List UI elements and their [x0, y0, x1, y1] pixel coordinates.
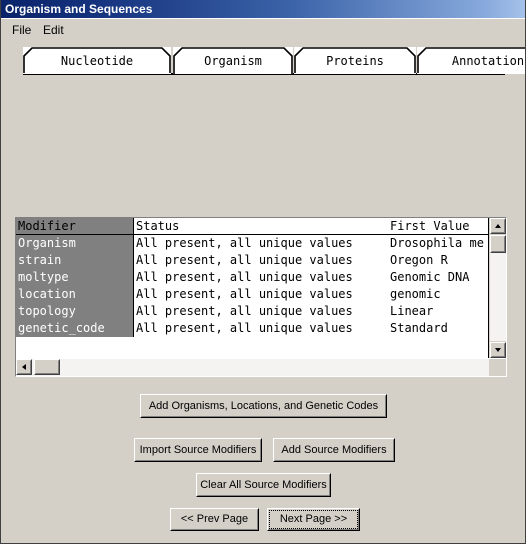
- source-modifier-grid: Modifier Status First Value Organism All…: [16, 218, 489, 358]
- column-header-modifier[interactable]: Modifier: [16, 218, 133, 235]
- application-window: Organism and Sequences File Edit Nucleot…: [0, 0, 526, 544]
- scroll-down-button[interactable]: [490, 342, 506, 358]
- cell-first-value: Drosophila me: [390, 236, 484, 250]
- button-inner: Clear All Source Modifiers: [197, 474, 330, 496]
- column-header-first-value[interactable]: First Value: [388, 218, 488, 235]
- button-inner: << Prev Page: [171, 509, 258, 530]
- cell-first-value: Oregon R: [390, 253, 448, 267]
- tab-strip: Nucleotide Organism Proteins Annotation: [23, 47, 525, 75]
- scroll-up-button[interactable]: [490, 218, 506, 234]
- cell-status: All present, all unique values: [133, 303, 388, 320]
- scroll-left-button[interactable]: [16, 359, 32, 375]
- cell-first-value: Standard: [390, 321, 448, 335]
- window-title: Organism and Sequences: [5, 2, 153, 16]
- tab-shape-icon: [173, 47, 293, 74]
- horizontal-scrollbar[interactable]: [16, 359, 489, 376]
- cell-first-value: Genomic DNA: [390, 270, 470, 284]
- button-label: Import Source Modifiers: [139, 443, 257, 456]
- button-inner: Add Source Modifiers: [274, 439, 394, 461]
- button-label: Add Organisms, Locations, and Genetic Co…: [148, 399, 379, 412]
- horizontal-scrollbar-thumb[interactable]: [34, 359, 60, 375]
- menu-item-file[interactable]: File: [8, 22, 35, 38]
- button-inner: Import Source Modifiers: [135, 439, 261, 461]
- cell-modifier: Organism: [18, 236, 76, 250]
- tab-shape-icon: [417, 47, 525, 73]
- cell-status: All present, all unique values: [133, 320, 388, 337]
- tab-annotation[interactable]: Annotation: [417, 47, 525, 74]
- vertical-scrollbar[interactable]: [489, 218, 506, 358]
- cell-status: All present, all unique values: [133, 269, 388, 286]
- column-header-status[interactable]: Status: [133, 218, 388, 235]
- tab-shape-icon: [294, 47, 416, 73]
- source-modifier-table-panel: Modifier Status First Value Organism All…: [15, 217, 507, 377]
- next-page-button[interactable]: Next Page >>: [267, 508, 360, 531]
- title-bar: Organism and Sequences: [1, 0, 525, 19]
- clear-all-source-modifiers-button[interactable]: Clear All Source Modifiers: [196, 473, 331, 497]
- button-inner: Add Organisms, Locations, and Genetic Co…: [141, 395, 386, 417]
- cell-modifier: location: [18, 287, 76, 301]
- table-row[interactable]: Organism All present, all unique values …: [16, 235, 488, 252]
- tab-nucleotide[interactable]: Nucleotide: [23, 47, 171, 74]
- table-row[interactable]: location All present, all unique values …: [16, 286, 488, 303]
- button-label: Next Page >>: [279, 513, 348, 525]
- button-label: Add Source Modifiers: [281, 443, 387, 456]
- scroll-down-arrow-icon: [495, 348, 501, 352]
- button-inner: Next Page >>: [268, 509, 359, 530]
- cell-modifier: moltype: [18, 270, 69, 284]
- scroll-left-arrow-icon: [22, 364, 26, 370]
- table-row[interactable]: strain All present, all unique values Or…: [16, 252, 488, 269]
- grid-rows-container: Modifier Status First Value Organism All…: [16, 218, 488, 337]
- tab-organism[interactable]: Organism: [173, 47, 293, 74]
- scrollbar-corner: [489, 359, 506, 376]
- cell-modifier: strain: [18, 253, 62, 267]
- menu-bar: File Edit: [1, 20, 525, 38]
- button-label: << Prev Page: [180, 513, 249, 525]
- add-source-modifiers-button[interactable]: Add Source Modifiers: [273, 438, 395, 462]
- scroll-up-arrow-icon: [495, 224, 501, 228]
- table-row[interactable]: moltype All present, all unique values G…: [16, 269, 488, 286]
- prev-page-button[interactable]: << Prev Page: [170, 508, 259, 531]
- add-organisms-locations-genetic-codes-button[interactable]: Add Organisms, Locations, and Genetic Co…: [140, 394, 387, 418]
- menu-item-edit[interactable]: Edit: [39, 22, 68, 38]
- button-label: Clear All Source Modifiers: [200, 478, 327, 491]
- cell-status: All present, all unique values: [133, 286, 388, 303]
- tab-shape-icon: [23, 47, 171, 73]
- vertical-scrollbar-thumb[interactable]: [490, 235, 506, 253]
- cell-first-value: Linear: [390, 304, 434, 318]
- table-header-row: Modifier Status First Value: [16, 218, 488, 235]
- import-source-modifiers-button[interactable]: Import Source Modifiers: [134, 438, 262, 462]
- table-row[interactable]: genetic_code All present, all unique val…: [16, 320, 488, 337]
- cell-first-value: genomic: [390, 287, 441, 301]
- cell-status: All present, all unique values: [133, 252, 388, 269]
- tab-proteins[interactable]: Proteins: [294, 47, 416, 74]
- table-row[interactable]: topology All present, all unique values …: [16, 303, 488, 320]
- cell-modifier: genetic_code: [18, 321, 105, 335]
- cell-modifier: topology: [18, 304, 76, 318]
- cell-status: All present, all unique values: [133, 235, 388, 252]
